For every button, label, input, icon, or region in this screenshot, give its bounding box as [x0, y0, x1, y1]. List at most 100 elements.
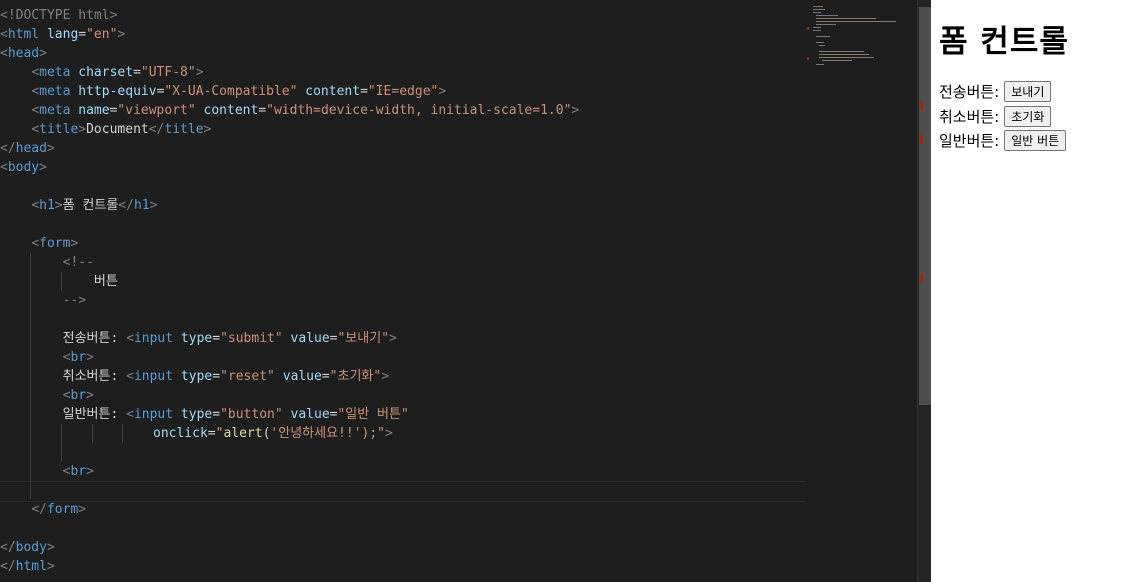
- code-line: </form>: [31, 502, 87, 517]
- code-token: "submit": [220, 331, 283, 346]
- code-token: Document: [86, 122, 149, 137]
- code-token: "보내기": [337, 331, 390, 346]
- general-button[interactable]: 일반 버튼: [1004, 129, 1067, 151]
- code-token: meta: [39, 65, 71, 80]
- page-heading: 폼 컨트롤: [939, 24, 1069, 60]
- code-token: "reset": [220, 369, 275, 384]
- code-line: </body>: [0, 540, 55, 555]
- code-line: <title>Document</title>: [31, 122, 212, 137]
- code-line: <form>: [31, 236, 79, 251]
- indent-guide: [122, 424, 123, 443]
- code-token: type: [180, 369, 213, 384]
- form-row-button: 일반버튼: 일반 버튼: [939, 129, 1067, 151]
- code-token: value: [290, 407, 330, 422]
- code-line: <!DOCTYPE html>: [0, 6, 117, 25]
- current-line-highlight: [0, 481, 805, 502]
- code-token: input: [133, 407, 174, 422]
- indent-guide: [61, 424, 62, 462]
- code-token: h1: [39, 198, 55, 213]
- code-token: value: [282, 369, 322, 384]
- code-token: content: [305, 84, 361, 99]
- code-token: 전송버튼:: [62, 331, 127, 346]
- code-token: "viewport": [117, 103, 196, 118]
- code-line: <meta name="viewport" content="width=dev…: [31, 103, 580, 118]
- code-line: <h1>폼 컨트롤</h1>: [31, 198, 158, 213]
- code-line: <body>: [0, 160, 47, 175]
- code-token: http-equiv: [78, 84, 157, 99]
- code-token: content: [203, 103, 259, 118]
- code-line: </html>: [0, 559, 55, 574]
- code-token: "en": [86, 27, 118, 42]
- vertical-scrollbar[interactable]: [917, 0, 932, 582]
- code-line: <br>: [62, 350, 94, 365]
- code-token: 폼 컨트롤: [62, 198, 119, 213]
- code-line: <br>: [62, 464, 94, 479]
- code-token: );": [361, 426, 386, 441]
- code-token: <!DOCTYPE html>: [0, 8, 118, 23]
- code-line: 일반버튼: <input type="button" value="일반 버튼": [62, 407, 409, 422]
- code-token: name: [78, 103, 110, 118]
- code-token: meta: [39, 84, 71, 99]
- code-token: meta: [39, 103, 71, 118]
- code-token: alert: [223, 426, 263, 441]
- code-token: "IE=edge": [367, 84, 439, 99]
- code-line: </head>: [0, 141, 55, 156]
- code-line: <meta charset="UTF-8">: [31, 65, 204, 80]
- code-token: 취소버튼:: [62, 369, 127, 384]
- code-token: "UTF-8": [140, 65, 196, 80]
- error-marker: [920, 101, 923, 111]
- code-token: head: [15, 141, 47, 156]
- error-marker: [920, 134, 923, 144]
- code-token: '안녕하세요!!': [270, 426, 362, 441]
- submit-button[interactable]: 보내기: [1004, 80, 1052, 102]
- code-line: <head>: [0, 46, 47, 61]
- submit-label: 전송버튼:: [939, 82, 1000, 101]
- code-token: onclick: [153, 426, 208, 441]
- code-line: 버튼: [0, 272, 118, 291]
- browser-preview: 폼 컨트롤 전송버튼: 보내기 취소버튼: 초기화 일반버튼: 일반 버튼: [931, 0, 1135, 582]
- code-token: "X-UA-Compatible": [164, 84, 298, 99]
- code-token: lang: [46, 27, 79, 42]
- scrollbar-thumb[interactable]: [919, 7, 931, 405]
- code-token: 일반버튼:: [62, 407, 127, 422]
- code-token: form: [46, 502, 79, 517]
- code-line: <!--: [0, 253, 94, 272]
- code-token: value: [290, 331, 330, 346]
- indent-guide: [92, 424, 93, 443]
- form-row-submit: 전송버튼: 보내기: [939, 80, 1052, 102]
- error-marker: [920, 273, 923, 283]
- code-token: html: [15, 559, 47, 574]
- reset-button[interactable]: 초기화: [1004, 105, 1052, 127]
- minimap[interactable]: [805, 0, 917, 582]
- code-line: <br>: [62, 388, 94, 403]
- code-token: input: [133, 369, 174, 384]
- code-line: onclick="alert('안녕하세요!!');">: [153, 426, 393, 441]
- general-button-label: 일반버튼:: [939, 131, 1000, 150]
- code-line: <html lang="en">: [0, 27, 126, 42]
- code-token: title: [39, 122, 79, 137]
- code-token: head: [7, 46, 40, 61]
- code-token: type: [180, 407, 213, 422]
- code-token: charset: [78, 65, 134, 80]
- code-token: form: [39, 236, 71, 251]
- code-editor[interactable]: <!DOCTYPE html> <html lang="en"> <head> …: [0, 0, 917, 582]
- code-token: 버튼: [93, 274, 118, 289]
- code-token: br: [70, 388, 87, 403]
- code-token: "일반 버튼": [337, 407, 409, 422]
- code-token: html: [7, 27, 40, 42]
- code-line: 취소버튼: <input type="reset" value="초기화">: [62, 369, 390, 384]
- code-token: "초기화": [329, 369, 382, 384]
- code-token: br: [70, 350, 87, 365]
- code-line: <meta http-equiv="X-UA-Compatible" conte…: [31, 84, 447, 99]
- code-token: <!--: [62, 255, 94, 270]
- code-token: input: [133, 331, 174, 346]
- code-line: 전송버튼: <input type="submit" value="보내기">: [62, 331, 397, 346]
- code-token: body: [15, 540, 47, 555]
- form-row-reset: 취소버튼: 초기화: [939, 105, 1052, 127]
- code-token: type: [180, 331, 213, 346]
- code-line: -->: [0, 291, 86, 310]
- reset-label: 취소버튼:: [939, 107, 1000, 126]
- code-token: -->: [62, 293, 87, 308]
- code-token: br: [70, 464, 87, 479]
- code-token: body: [7, 160, 40, 175]
